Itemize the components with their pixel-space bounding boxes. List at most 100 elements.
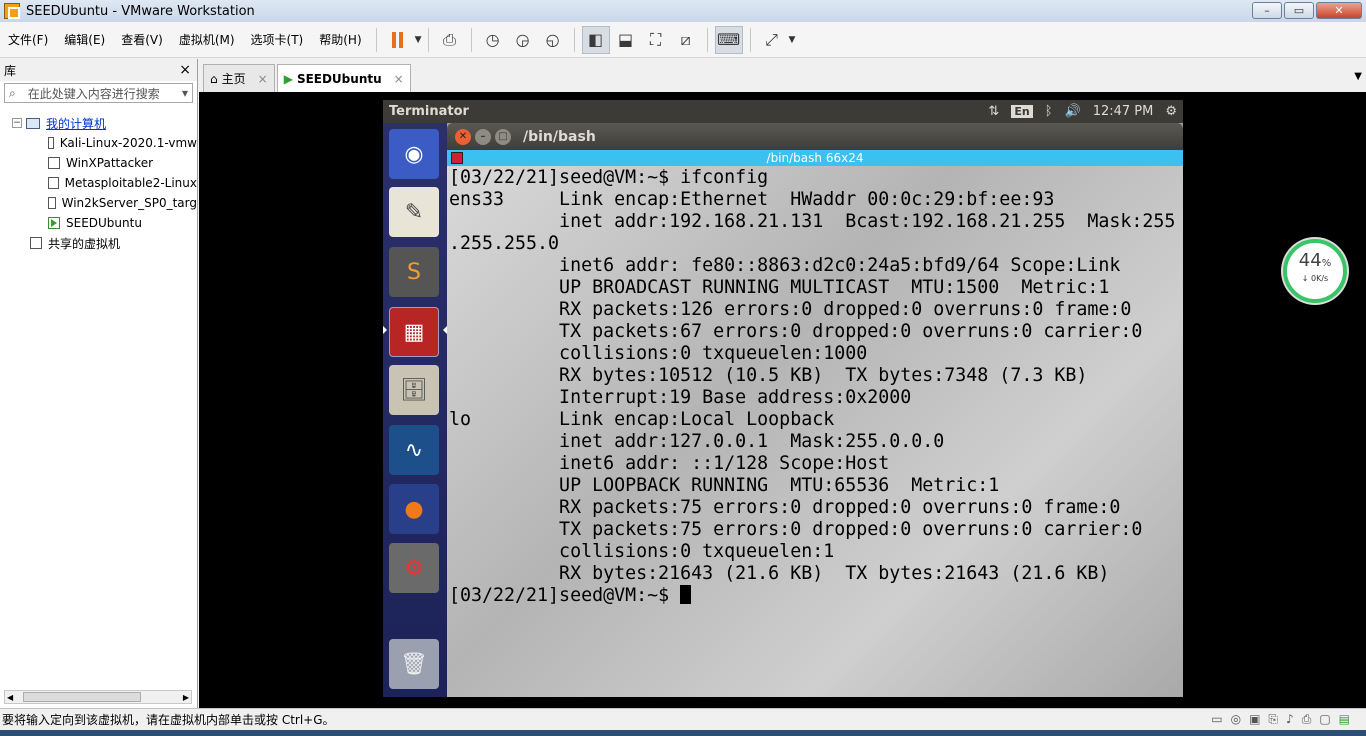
terminal-menu-icon[interactable] [451,152,463,164]
cd-dvd-icon[interactable]: ◎ [1231,712,1241,727]
scroll-left-icon[interactable]: ◀ [7,693,13,702]
collapse-icon[interactable]: − [12,118,22,128]
menu-vm[interactable]: 虚拟机(M) [171,22,243,58]
terminal-line: collisions:0 txqueuelen:1 [449,541,835,562]
system-settings-icon[interactable]: ⚙ [389,543,439,593]
unity-icon[interactable]: ⧄ [672,26,700,54]
menu-tabs[interactable]: 选项卡(T) [243,22,312,58]
close-button[interactable]: ✕ [1316,2,1362,19]
tab-close-icon[interactable]: × [258,72,268,86]
snapshot-icon[interactable]: ◷ [479,26,507,54]
volume-icon[interactable]: 🔊 [1065,104,1081,119]
trash-icon[interactable]: 🗑 [389,639,439,689]
power-dropdown-icon[interactable]: ▼ [415,35,422,45]
settings-gear-icon[interactable]: ⚙ [1165,104,1177,119]
guest-desktop[interactable]: Terminator ⇅ En ᛒ 🔊 12:47 PM ⚙ ◉ ✎ S ▦ 🗄… [383,100,1183,697]
menu-help[interactable]: 帮助(H) [311,22,369,58]
terminal-line: inet6 addr: ::1/128 Scope:Host [449,453,890,474]
toolbar-separator [706,27,708,52]
tree-item-shared[interactable]: 共享的虚拟机 [0,233,197,253]
message-log-icon[interactable]: ▤ [1339,712,1350,727]
text-editor-icon[interactable]: ✎ [389,187,439,237]
maximize-window-icon[interactable]: □ [495,128,511,145]
hard-disk-icon[interactable]: ▭ [1211,712,1222,727]
library-search-input[interactable]: ⌕ 在此处键入内容进行搜索 ▾ [4,83,193,103]
tree-label: 共享的虚拟机 [48,236,121,251]
home-icon: ⌂ [210,71,218,86]
tree-label: SEEDUbuntu [66,216,142,230]
pause-button[interactable] [384,26,412,54]
wireshark-icon[interactable]: ∿ [389,425,439,475]
clock[interactable]: 12:47 PM [1093,104,1154,119]
terminal-line: Interrupt:19 Base address:0x2000 [449,387,912,408]
tab-close-icon[interactable]: × [394,72,404,86]
terminal-tab-bar[interactable]: /bin/bash 66x24 [447,150,1183,166]
send-ctrl-alt-del-icon[interactable]: ⎙ [436,26,464,54]
printer-icon[interactable]: ⎙ [1302,712,1312,727]
terminal-line: inet addr:192.168.21.131 Bcast:192.168.2… [449,211,1176,232]
tab-home[interactable]: ⌂ 主页 × [203,64,275,92]
vm-icon [48,137,54,149]
terminal-output[interactable]: [03/22/21]seed@VM:~$ ifconfig ens33 Link … [447,166,1183,697]
tab-overflow-icon[interactable]: ▼ [1354,71,1362,82]
text-cursor [680,585,692,604]
sound-card-icon[interactable]: ♪ [1286,712,1294,727]
close-window-icon[interactable]: ✕ [455,128,471,145]
vm-display[interactable]: Terminator ⇅ En ᛒ 🔊 12:47 PM ⚙ ◉ ✎ S ▦ 🗄… [199,92,1366,708]
vm-icon [48,157,60,169]
firefox-icon[interactable]: ● [389,484,439,534]
stretch-icon[interactable]: ⤢ [758,26,786,54]
tab-seedubuntu[interactable]: ▶ SEEDUbuntu × [276,64,411,92]
terminal-line: collisions:0 txqueuelen:1000 [449,343,868,364]
running-indicator [383,326,387,334]
scrollbar-thumb[interactable] [23,692,141,702]
show-library-icon[interactable]: ◧ [581,25,610,54]
sublime-text-icon[interactable]: S [389,247,439,297]
display-icon[interactable]: ▢ [1319,712,1330,727]
menu-edit[interactable]: 编辑(E) [56,22,113,58]
tab-label: 主页 [221,72,246,86]
menu-file[interactable]: 文件(F) [0,22,56,58]
terminal-line: RX packets:75 errors:0 dropped:0 overrun… [449,497,1121,518]
usb-icon[interactable]: ⎘ [1268,712,1278,727]
keyboard-layout-indicator[interactable]: En [1011,105,1033,118]
tree-item-vm[interactable]: Win2kServer_SP0_targ [0,193,197,213]
tree-item-vm-running[interactable]: SEEDUbuntu [0,213,197,233]
terminator-icon[interactable]: ▦ [389,307,439,357]
menu-view[interactable]: 查看(V) [113,22,171,58]
fullscreen-icon[interactable]: ⛶ [642,26,670,54]
maximize-button[interactable]: ▭ [1284,2,1314,19]
minimize-button[interactable]: – [1252,2,1282,19]
thumbnail-bar-icon[interactable]: ⬓ [612,26,640,54]
title-bar: SEEDUbuntu - VMware Workstation – ▭ ✕ [0,0,1366,22]
terminal-line: UP LOOPBACK RUNNING MTU:65536 Metric:1 [449,475,1000,496]
stretch-dropdown-icon[interactable]: ▼ [789,35,796,45]
toolbar-separator [573,27,575,52]
tree-label: WinXPattacker [66,156,154,170]
bluetooth-icon[interactable]: ᛒ [1045,104,1053,119]
revert-snapshot-icon[interactable]: ◶ [509,26,537,54]
library-scrollbar[interactable]: ◀ ▶ [4,690,192,704]
terminal-titlebar: ✕ – □ /bin/bash [447,123,1183,150]
terminal-prompt-line[interactable]: [03/22/21]seed@VM:~$ [449,585,1181,607]
tree-item-vm[interactable]: Metasploitable2-Linux [0,173,197,193]
tree-item-vm[interactable]: Kali-Linux-2020.1-vmw [0,133,197,153]
network-icon[interactable]: ⇅ [988,104,999,119]
terminal-line: [03/22/21]seed@VM:~$ ifconfig [449,167,769,188]
network-speed-widget[interactable]: 44% ↓ 0K/s [1283,239,1347,303]
console-view-icon[interactable]: ⌨ [714,25,743,54]
tree-item-vm[interactable]: WinXPattacker [0,153,197,173]
window-title: SEEDUbuntu - VMware Workstation [26,3,255,19]
tree-item-my-computer[interactable]: − 我的计算机 [0,113,197,133]
terminal-window[interactable]: ✕ – □ /bin/bash /bin/bash 66x24 [03/22/2… [447,123,1183,697]
library-close-button[interactable]: × [179,62,191,78]
file-manager-icon[interactable]: 🗄 [389,365,439,415]
network-adapter-icon[interactable]: ▣ [1249,712,1260,727]
search-dropdown-icon[interactable]: ▾ [182,86,188,100]
scroll-right-icon[interactable]: ▶ [183,693,189,702]
minimize-window-icon[interactable]: – [475,128,491,145]
ubuntu-top-panel: Terminator ⇅ En ᛒ 🔊 12:47 PM ⚙ [383,100,1183,123]
running-vm-icon: ▶ [283,71,293,86]
snapshot-manager-icon[interactable]: ◵ [539,26,567,54]
dash-home-icon[interactable]: ◉ [389,129,439,179]
